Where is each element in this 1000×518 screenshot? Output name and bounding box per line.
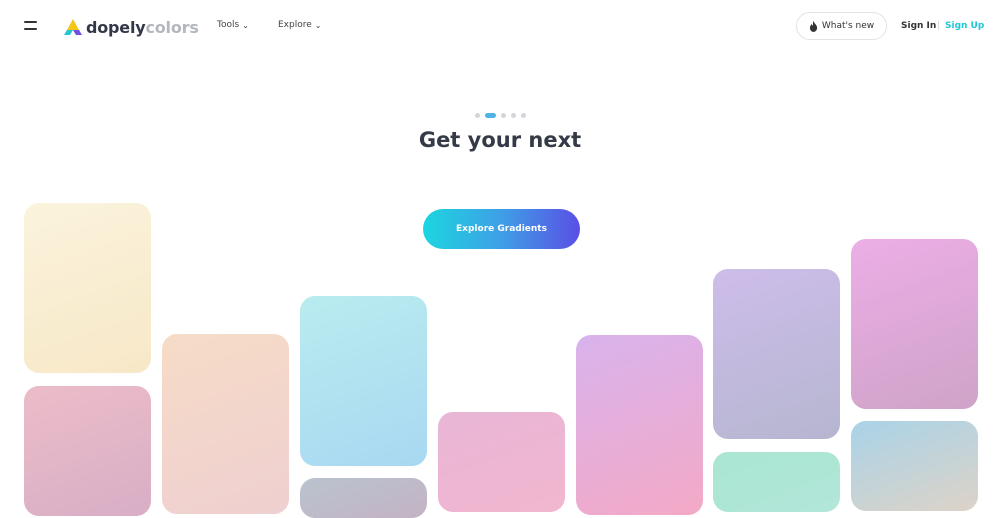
gradient-card[interactable] xyxy=(713,269,840,439)
hamburger-menu-icon[interactable] xyxy=(24,20,38,32)
flame-icon xyxy=(809,20,817,32)
carousel-dot[interactable] xyxy=(511,112,516,118)
logo-wordmark: dopelycolors xyxy=(86,18,199,37)
nav-explore-label: Explore xyxy=(278,20,312,30)
carousel-dots xyxy=(475,112,531,118)
chevron-down-icon: ⌄ xyxy=(242,20,249,30)
hero-headline: Get your next xyxy=(418,128,582,152)
gradient-card[interactable] xyxy=(851,421,978,511)
gradient-card[interactable] xyxy=(438,412,565,512)
sign-in-link[interactable]: Sign In xyxy=(901,21,936,31)
dopely-logo-icon xyxy=(64,19,82,35)
top-navbar: dopelycolors Tools ⌄ Explore ⌄ What's ne… xyxy=(0,0,1000,54)
carousel-dot-active[interactable] xyxy=(485,112,496,118)
logo-wordmark-sub: colors xyxy=(145,17,199,37)
gradient-card[interactable] xyxy=(300,478,427,518)
chevron-down-icon: ⌄ xyxy=(314,20,322,30)
carousel-dot[interactable] xyxy=(521,112,526,118)
nav-explore[interactable]: Explore ⌄ xyxy=(278,20,321,30)
whats-new-button[interactable]: What's new xyxy=(796,12,887,40)
explore-gradients-button[interactable]: Explore Gradients xyxy=(423,209,580,249)
gradient-card[interactable] xyxy=(713,452,840,512)
gradient-card[interactable] xyxy=(576,335,703,515)
whats-new-label: What's new xyxy=(821,21,875,31)
gradient-card[interactable] xyxy=(300,296,427,466)
auth-divider: | xyxy=(937,21,941,31)
gradient-card[interactable] xyxy=(24,386,151,516)
nav-tools[interactable]: Tools ⌄ xyxy=(217,20,249,30)
carousel-dot[interactable] xyxy=(475,112,480,118)
carousel-dot[interactable] xyxy=(501,112,506,118)
dopely-logo[interactable]: dopelycolors xyxy=(63,15,199,39)
logo-wordmark-main: dopely xyxy=(86,17,146,37)
gradient-card[interactable] xyxy=(24,203,151,373)
sign-up-link[interactable]: Sign Up xyxy=(945,21,984,31)
nav-tools-label: Tools xyxy=(217,20,240,30)
gradient-card[interactable] xyxy=(162,334,289,514)
gradient-card[interactable] xyxy=(851,239,978,409)
